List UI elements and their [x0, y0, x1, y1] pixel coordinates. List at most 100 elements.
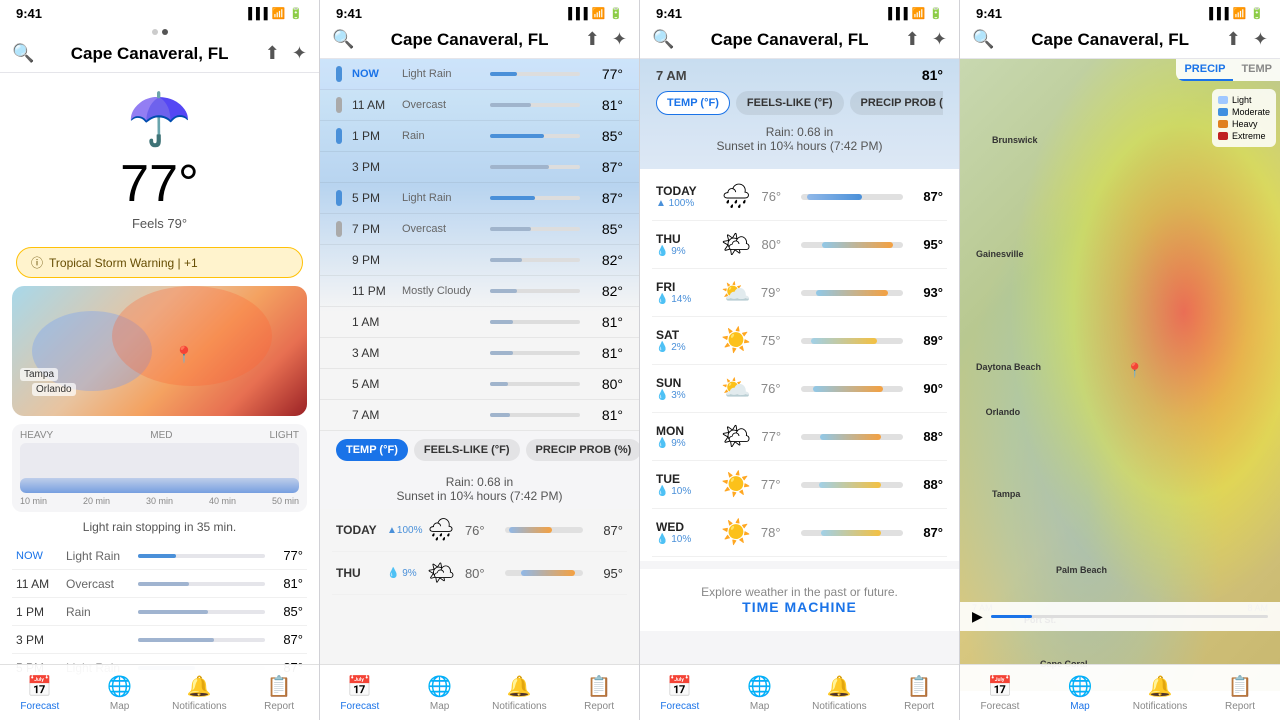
s2-tabs: TEMP (°F) FEELS-LIKE (°F) PRECIP PROB (%…	[320, 431, 639, 469]
search-icon-4[interactable]: 🔍	[972, 29, 994, 50]
nav-map-3[interactable]: 🌐 Map	[720, 665, 800, 720]
s2-bar-1pm	[490, 134, 580, 138]
nav-label-forecast-2: Forecast	[340, 701, 379, 712]
nav-notifications-3[interactable]: 🔔 Notifications	[800, 665, 880, 720]
battery-icon-4: 🔋	[1250, 7, 1264, 20]
s2-info-area: Rain: 0.68 in Sunset in 10¾ hours (7:42 …	[320, 469, 639, 509]
share-icon-1[interactable]: ⬆	[265, 43, 280, 64]
s2-cond-11am: Overcast	[402, 99, 482, 111]
s2-temp-3pm: 87°	[588, 159, 623, 175]
legend-color-heavy	[1218, 120, 1228, 128]
s2-cond-7pm: Overcast	[402, 223, 482, 235]
settings-icon-1[interactable]: ✦	[292, 43, 307, 64]
share-icon-3[interactable]: ⬆	[905, 29, 920, 50]
legend-color-moderate	[1218, 108, 1228, 116]
s2-daily-thu: THU 💧 9% 🌤 80° 95°	[332, 552, 627, 595]
status-icons-1: ▐▐▐ 📶 🔋	[244, 7, 303, 20]
map-label-orlando-4: Orlando	[986, 407, 1021, 417]
s2-bar-9pm	[490, 258, 580, 262]
h-temp-3pm: 87°	[273, 632, 303, 647]
s3-high-today: 87°	[915, 189, 943, 204]
s2-tab-temp[interactable]: TEMP (°F)	[336, 439, 408, 461]
search-icon-1[interactable]: 🔍	[12, 43, 34, 64]
nav-notifications-4[interactable]: 🔔 Notifications	[1120, 665, 1200, 720]
search-icon-3[interactable]: 🔍	[652, 29, 674, 50]
nav-map-1[interactable]: 🌐 Map	[80, 665, 160, 720]
s3-tab-feels[interactable]: FEELS-LIKE (°F)	[736, 91, 844, 115]
s3-day-info-mon: MON 💧 9%	[656, 424, 711, 449]
s2-temp-1pm: 85°	[588, 128, 623, 144]
s3-day-name-thu: THU	[656, 232, 711, 246]
s3-day-name-today: TODAY	[656, 184, 711, 198]
signal-icon-2: ▐▐▐	[564, 8, 587, 20]
timeline-track[interactable]	[991, 615, 1268, 618]
s3-day-pct-thu: 💧 9%	[656, 246, 711, 257]
nav-forecast-2[interactable]: 📅 Forecast	[320, 665, 400, 720]
s3-day-pct-today: ▲ 100%	[656, 198, 711, 209]
s2-bar-3am	[490, 351, 580, 355]
nav-notifications-1[interactable]: 🔔 Notifications	[160, 665, 240, 720]
nav-report-2[interactable]: 📋 Report	[559, 665, 639, 720]
s3-tab-temp[interactable]: TEMP (°F)	[656, 91, 730, 115]
share-icon-4[interactable]: ⬆	[1226, 29, 1241, 50]
s2-time-11pm: 11 PM	[352, 284, 394, 298]
s2-row-1am: 1 AM 81°	[320, 307, 639, 338]
alert-text: Tropical Storm Warning | +1	[49, 256, 198, 270]
radar-map[interactable]: Brunswick Gainesville Daytona Beach Orla…	[960, 59, 1280, 691]
play-button[interactable]: ▶	[972, 608, 983, 625]
nav-forecast-1[interactable]: 📅 Forecast	[0, 665, 80, 720]
s3-daily-tue: TUE 💧 10% ☀️ 77° 88°	[652, 461, 947, 509]
header-icons-3: ⬆ ✦	[905, 29, 947, 50]
time-machine-button[interactable]: TIME MACHINE	[656, 599, 943, 615]
nav-report-3[interactable]: 📋 Report	[879, 665, 959, 720]
s2-time-3am: 3 AM	[352, 346, 394, 360]
s2-sidebar-3am	[336, 345, 342, 361]
s3-bar-fri	[801, 290, 903, 296]
share-icon-2[interactable]: ⬆	[585, 29, 600, 50]
map-pin: 📍	[174, 345, 194, 365]
label-light: LIGHT	[270, 430, 299, 441]
settings-icon-4[interactable]: ✦	[1253, 29, 1268, 50]
h-cond-1pm: Rain	[66, 605, 130, 619]
s4-tab-precip[interactable]: PRECIP	[1176, 59, 1233, 81]
header-icons-4: ⬆ ✦	[1226, 29, 1268, 50]
nav-notifications-2[interactable]: 🔔 Notifications	[480, 665, 560, 720]
map-label-orlando: Orlando	[32, 383, 76, 396]
h-bar-now	[138, 554, 265, 558]
s3-high-wed: 87°	[915, 525, 943, 540]
s3-high-sun: 90°	[915, 381, 943, 396]
settings-icon-3[interactable]: ✦	[932, 29, 947, 50]
s2-time-1am: 1 AM	[352, 315, 394, 329]
mini-map[interactable]: Orlando Tampa 📍	[12, 286, 307, 416]
bottom-nav-4: 📅 Forecast 🌐 Map 🔔 Notifications 📋 Repor…	[960, 664, 1280, 720]
nav-forecast-3[interactable]: 📅 Forecast	[640, 665, 720, 720]
nav-forecast-4[interactable]: 📅 Forecast	[960, 665, 1040, 720]
settings-icon-2[interactable]: ✦	[612, 29, 627, 50]
s2-row-5am: 5 AM 80°	[320, 369, 639, 400]
s2-time-7pm: 7 PM	[352, 222, 394, 236]
s2-tab-precip[interactable]: PRECIP PROB (%)	[526, 439, 639, 461]
page-dots-1	[0, 25, 319, 39]
alert-banner[interactable]: ⓘ Tropical Storm Warning | +1	[16, 247, 303, 278]
nav-report-4[interactable]: 📋 Report	[1200, 665, 1280, 720]
nav-report-1[interactable]: 📋 Report	[239, 665, 319, 720]
s3-tab-precip[interactable]: PRECIP PROB (%)	[850, 91, 943, 115]
s2-tab-feels[interactable]: FEELS-LIKE (°F)	[414, 439, 520, 461]
weather-icon-main: ☂️	[0, 89, 319, 150]
s2-time-7am: 7 AM	[352, 408, 394, 422]
phone-screen-4: 9:41 ▐▐▐ 📶 🔋 🔍 Cape Canaveral, FL ⬆ ✦ Br…	[960, 0, 1280, 720]
search-icon-2[interactable]: 🔍	[332, 29, 354, 50]
s4-map-tabs: PRECIP TEMP	[1176, 59, 1280, 81]
nav-map-2[interactable]: 🌐 Map	[400, 665, 480, 720]
nav-map-4[interactable]: 🌐 Map	[1040, 665, 1120, 720]
s3-low-tue: 77°	[761, 477, 789, 492]
status-icons-2: ▐▐▐ 📶 🔋	[564, 7, 623, 20]
hourly-row-1pm: 1 PM Rain 85°	[12, 598, 307, 626]
s4-tab-temp[interactable]: TEMP	[1233, 59, 1280, 81]
s3-low-sat: 75°	[761, 333, 789, 348]
s2-temp-7am: 81°	[588, 407, 623, 423]
h-time-11am: 11 AM	[16, 577, 66, 591]
s2-row-5pm: 5 PM Light Rain 87°	[320, 183, 639, 214]
s2-temp-11am: 81°	[588, 97, 623, 113]
s2-cond-1pm: Rain	[402, 130, 482, 142]
